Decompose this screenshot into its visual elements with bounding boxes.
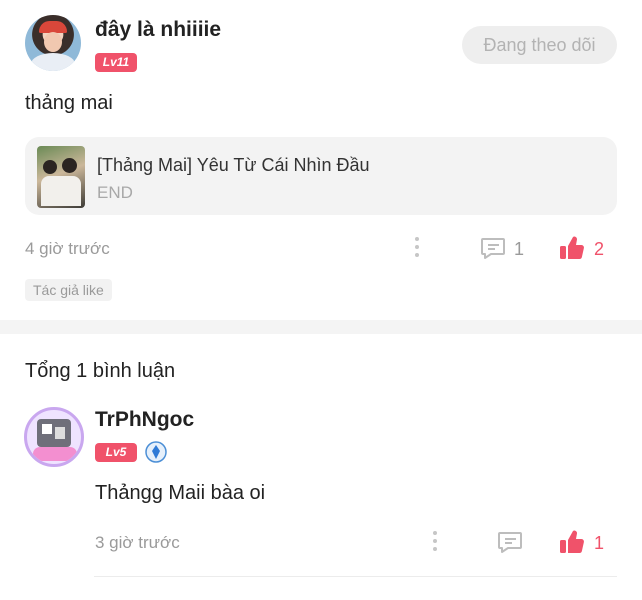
comment-text: Thảngg Maii bàa oi bbox=[95, 482, 266, 504]
level-badge: Lv5 bbox=[95, 443, 137, 462]
comment-time: 3 giờ trước bbox=[95, 533, 180, 552]
section-divider bbox=[0, 320, 642, 334]
post-author-name[interactable]: đây là nhiiiie bbox=[95, 18, 221, 42]
more-icon[interactable] bbox=[413, 237, 421, 261]
like-count: 1 bbox=[594, 533, 605, 553]
post-text: thảng mai bbox=[25, 92, 113, 114]
diamond-badge-icon bbox=[145, 441, 167, 463]
story-title: [Thảng Mai] Yêu Từ Cái Nhìn Đầu bbox=[97, 155, 370, 175]
level-badge: Lv11 bbox=[95, 53, 137, 72]
more-icon[interactable] bbox=[431, 531, 439, 555]
like-count: 2 bbox=[594, 239, 605, 259]
comments-section: Tổng 1 bình luận TrPhNgoc Lv5 Thảngg Mai… bbox=[0, 334, 642, 600]
like-icon[interactable] bbox=[559, 235, 585, 261]
comment-icon[interactable] bbox=[480, 236, 506, 260]
divider bbox=[94, 576, 617, 577]
commenter-name[interactable]: TrPhNgoc bbox=[95, 408, 194, 432]
post-author-avatar[interactable] bbox=[25, 15, 81, 71]
avatar-figure bbox=[31, 53, 75, 71]
story-status: END bbox=[97, 183, 133, 202]
reply-icon[interactable] bbox=[497, 530, 523, 554]
author-like-tag: Tác giả like bbox=[25, 279, 112, 301]
story-cover-image bbox=[37, 146, 85, 208]
comment-count: 1 bbox=[514, 239, 525, 259]
post-time: 4 giờ trước bbox=[25, 239, 110, 258]
like-icon[interactable] bbox=[559, 529, 585, 555]
avatar-face bbox=[44, 32, 62, 52]
comments-total: Tổng 1 bình luận bbox=[25, 360, 176, 382]
story-card[interactable]: [Thảng Mai] Yêu Từ Cái Nhìn Đầu END bbox=[25, 137, 617, 215]
post-card: đây là nhiiiie Lv11 Đang theo dõi thảng … bbox=[0, 0, 642, 320]
following-button[interactable]: Đang theo dõi bbox=[462, 26, 617, 64]
commenter-avatar[interactable] bbox=[24, 407, 84, 467]
